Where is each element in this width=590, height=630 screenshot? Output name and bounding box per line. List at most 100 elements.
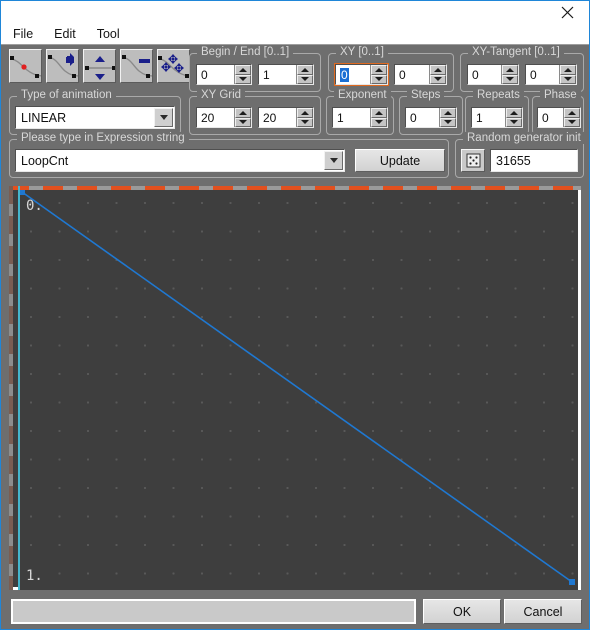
phase-value[interactable]: 0 — [538, 108, 563, 127]
xy-tangent-x-value[interactable]: 0 — [468, 65, 501, 84]
expression-combobox[interactable]: LoopCnt — [15, 149, 345, 172]
arrow-down-icon — [239, 77, 247, 82]
arrow-down-icon — [301, 120, 309, 125]
xy-y-spin-buttons[interactable] — [429, 65, 446, 84]
xy-y-value[interactable]: 0 — [395, 65, 429, 84]
begin-spin-buttons[interactable] — [234, 65, 251, 84]
repeats-spin-up[interactable] — [506, 108, 522, 118]
begin-spinner[interactable]: 0 — [196, 64, 252, 85]
phase-spin-buttons[interactable] — [563, 108, 580, 127]
xy-tangent-x-spinner[interactable]: 0 — [467, 64, 519, 85]
begin-spin-down[interactable] — [235, 74, 251, 84]
move-all-points-tool-button[interactable] — [157, 49, 190, 83]
exponent-spin-down[interactable] — [371, 117, 387, 127]
xy-x-spin-buttons[interactable] — [370, 65, 387, 84]
steps-spinner[interactable]: 0 — [405, 107, 457, 128]
xy-grid-x-spin-down[interactable] — [235, 117, 251, 127]
xy-x-spin-down[interactable] — [371, 74, 387, 84]
xy-grid-x-value[interactable]: 20 — [197, 108, 234, 127]
delete-point-tool-button[interactable] — [120, 49, 153, 83]
end-value[interactable]: 1 — [259, 65, 296, 84]
phase-spin-down[interactable] — [564, 117, 580, 127]
curve-point-end[interactable] — [569, 579, 575, 585]
update-button[interactable]: Update — [355, 149, 445, 172]
xy-grid-y-spinner[interactable]: 20 — [258, 107, 314, 128]
xy-grid-x-spinner[interactable]: 20 — [196, 107, 252, 128]
xy-tangent-y-spin-down[interactable] — [560, 74, 576, 84]
xy-grid-y-spin-down[interactable] — [297, 117, 313, 127]
arrow-up-icon — [564, 67, 572, 72]
dice-randomize-button[interactable] — [461, 149, 485, 172]
end-spin-down[interactable] — [297, 74, 313, 84]
xy-y-spin-up[interactable] — [430, 65, 446, 75]
animation-type-group: Type of animation LINEAR — [9, 89, 181, 135]
xy-group: XY [0..1] 0 0 — [328, 46, 454, 92]
begin-spin-up[interactable] — [235, 65, 251, 75]
repeats-value[interactable]: 1 — [472, 108, 505, 127]
xy-grid-x-spin-up[interactable] — [235, 108, 251, 118]
end-spinner[interactable]: 1 — [258, 64, 314, 85]
cancel-button[interactable]: Cancel — [504, 599, 582, 624]
steps-spin-buttons[interactable] — [439, 108, 456, 127]
graph-canvas[interactable]: 0. 1. — [20, 190, 578, 590]
xy-x-value[interactable]: 0 — [336, 65, 370, 84]
end-spin-up[interactable] — [297, 65, 313, 75]
phase-legend: Phase — [540, 89, 581, 101]
animation-type-dropdown-button[interactable] — [154, 108, 173, 127]
move-point-tool-button[interactable] — [46, 49, 79, 83]
exponent-legend: Exponent — [334, 89, 391, 101]
expression-dropdown-button[interactable] — [324, 151, 343, 170]
begin-value[interactable]: 0 — [197, 65, 234, 84]
xy-grid-y-spin-buttons[interactable] — [296, 108, 313, 127]
repeats-spinner[interactable]: 1 — [471, 107, 523, 128]
random-init-input[interactable]: 31655 — [490, 149, 578, 172]
arrow-up-icon — [239, 67, 247, 72]
xy-tangent-y-spin-up[interactable] — [560, 65, 576, 75]
exponent-spin-buttons[interactable] — [370, 108, 387, 127]
ok-button[interactable]: OK — [423, 599, 501, 624]
menu-item-file[interactable]: File — [10, 26, 42, 43]
xy-grid-y-spin-up[interactable] — [297, 108, 313, 118]
repeats-spin-down[interactable] — [506, 117, 522, 127]
animation-type-value[interactable]: LINEAR — [16, 107, 153, 128]
expression-group: Please type in Expression string LoopCnt… — [9, 132, 449, 178]
expression-value[interactable]: LoopCnt — [16, 150, 323, 171]
xy-x-spin-up[interactable] — [371, 65, 387, 75]
xy-tangent-x-spin-down[interactable] — [502, 74, 518, 84]
exponent-spinner[interactable]: 1 — [332, 107, 388, 128]
add-point-tool-button[interactable] — [9, 49, 42, 83]
xy-x-spinner[interactable]: 0 — [334, 63, 389, 86]
xy-tangent-y-spin-buttons[interactable] — [559, 65, 576, 84]
menu-item-tool[interactable]: Tool — [94, 26, 129, 43]
repeats-spin-buttons[interactable] — [505, 108, 522, 127]
menu-item-edit[interactable]: Edit — [51, 26, 85, 43]
dice-icon — [466, 153, 480, 168]
close-button[interactable] — [545, 1, 589, 24]
xy-tangent-x-spin-up[interactable] — [502, 65, 518, 75]
arrow-up-icon — [239, 110, 247, 115]
exponent-value[interactable]: 1 — [333, 108, 370, 127]
xy-grid-y-value[interactable]: 20 — [259, 108, 296, 127]
vertical-flip-tool-button[interactable] — [83, 49, 116, 83]
curve-delete-point-icon — [122, 55, 152, 78]
steps-value[interactable]: 0 — [406, 108, 439, 127]
exponent-spin-up[interactable] — [371, 108, 387, 118]
graph-axis-left-edge — [18, 186, 20, 590]
phase-spin-up[interactable] — [564, 108, 580, 118]
end-spin-buttons[interactable] — [296, 65, 313, 84]
xy-tangent-y-spinner[interactable]: 0 — [525, 64, 577, 85]
steps-spin-up[interactable] — [440, 108, 456, 118]
xy-tangent-x-spin-buttons[interactable] — [501, 65, 518, 84]
arrow-up-icon — [301, 110, 309, 115]
xy-y-spinner[interactable]: 0 — [394, 64, 447, 85]
xy-grid-x-spin-buttons[interactable] — [234, 108, 251, 127]
phase-spinner[interactable]: 0 — [537, 107, 581, 128]
main-panel: Begin / End [0..1] 0 1 XY [0..1] 0 0 XY-… — [1, 46, 589, 629]
xy-y-spin-down[interactable] — [430, 74, 446, 84]
animation-type-combobox[interactable]: LINEAR — [15, 106, 175, 129]
curve-graph-area[interactable]: 0. 1. — [9, 186, 581, 590]
curve-point-start[interactable] — [20, 190, 25, 195]
xy-tangent-y-value[interactable]: 0 — [526, 65, 559, 84]
xy-tangent-legend: XY-Tangent [0..1] — [468, 46, 564, 58]
steps-spin-down[interactable] — [440, 117, 456, 127]
